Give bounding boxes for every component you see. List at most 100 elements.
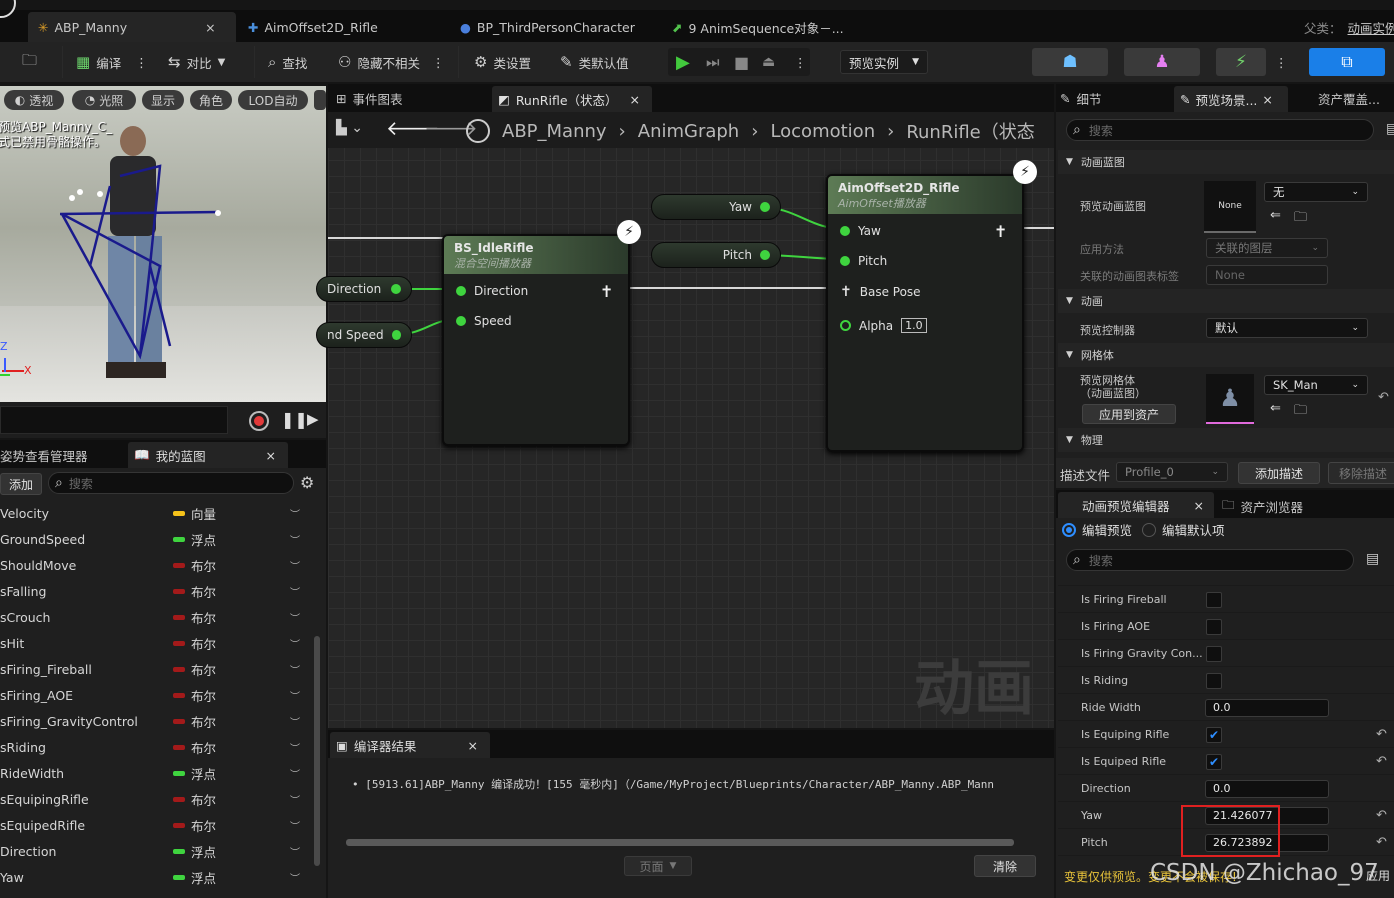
details-search-input[interactable]: ⌕ 搜索 bbox=[1066, 119, 1374, 141]
preview-anim-bp-dropdown[interactable]: 无 ⌄ bbox=[1264, 182, 1368, 202]
step-button[interactable]: ⏭ bbox=[706, 48, 720, 76]
variable-type[interactable]: 布尔 bbox=[173, 790, 216, 809]
breadcrumb-item[interactable]: ABP_Manny bbox=[502, 121, 607, 142]
visibility-eye-icon[interactable]: ︶ bbox=[290, 766, 300, 781]
play-options-button[interactable]: ⋮ bbox=[794, 48, 807, 76]
clear-button[interactable]: 清除 bbox=[974, 855, 1036, 877]
record-button[interactable] bbox=[249, 411, 269, 431]
anim-preview-view-options[interactable]: ▤ bbox=[1366, 551, 1379, 567]
tab-my-blueprint[interactable]: 📖 我的蓝图 × bbox=[128, 442, 288, 468]
visibility-eye-icon[interactable]: ︶ bbox=[290, 818, 300, 833]
variable-type[interactable]: 布尔 bbox=[173, 556, 216, 575]
edit-defaults-radio[interactable]: 编辑默认项 bbox=[1142, 520, 1225, 539]
remove-profile-button[interactable]: 移除描述 bbox=[1328, 462, 1394, 484]
variable-type[interactable]: 布尔 bbox=[173, 686, 216, 705]
variable-row[interactable]: sFiring_GravityControl 布尔 ︶ bbox=[0, 708, 325, 734]
tab-aimoffset[interactable]: ✚ AimOffset2D_Rifle bbox=[248, 14, 378, 40]
visibility-eye-icon[interactable]: ︶ bbox=[290, 688, 300, 703]
variable-list-scrollbar[interactable] bbox=[314, 636, 320, 866]
footer-apply-button[interactable]: 应用 bbox=[1366, 867, 1390, 884]
find-button[interactable]: ⌕ 查找 bbox=[268, 48, 307, 76]
preview-anim-bp-thumbnail[interactable]: None bbox=[1204, 181, 1256, 233]
property-value-field[interactable]: 0.0 bbox=[1205, 779, 1329, 798]
more-options-icon[interactable]: ⋮ bbox=[432, 55, 445, 70]
variable-type[interactable]: 布尔 bbox=[173, 738, 216, 757]
stop-button[interactable]: ■ bbox=[734, 48, 749, 76]
variable-row[interactable]: sFiring_Fireball 布尔 ︶ bbox=[0, 656, 325, 682]
visibility-eye-icon[interactable]: ︶ bbox=[290, 714, 300, 729]
property-checkbox[interactable] bbox=[1206, 591, 1222, 608]
tab-asset-browser[interactable]: 🗀 资产浏览器 bbox=[1222, 496, 1303, 517]
tab-asset-override[interactable]: 资产覆盖... bbox=[1318, 89, 1380, 108]
reset-icon[interactable]: ↶ bbox=[1376, 754, 1387, 769]
apply-method-dropdown[interactable]: 关联的图层 ⌄ bbox=[1206, 238, 1328, 258]
yaw-input-pin[interactable]: Yaw bbox=[840, 224, 881, 238]
tab-event-graph[interactable]: ⊞ 事件图表 bbox=[336, 89, 403, 108]
variable-type[interactable]: 布尔 bbox=[173, 816, 216, 835]
breadcrumb-item[interactable]: Locomotion bbox=[770, 121, 875, 142]
visibility-eye-icon[interactable]: ︶ bbox=[290, 532, 300, 547]
variable-row[interactable]: sFiring_AOE 布尔 ︶ bbox=[0, 682, 325, 708]
tab-anim-sequences[interactable]: ⬈ 9 AnimSequence对象－... bbox=[672, 14, 844, 40]
property-checkbox[interactable]: ✔ bbox=[1206, 753, 1222, 770]
tab-runrifle-state[interactable]: ◩ RunRifle（状态） × bbox=[492, 86, 652, 112]
visibility-eye-icon[interactable]: ︶ bbox=[290, 740, 300, 755]
variable-type[interactable]: 布尔 bbox=[173, 712, 216, 731]
reset-icon[interactable]: ↶ bbox=[1376, 727, 1387, 742]
use-selected-icon[interactable]: ⇐ bbox=[1270, 401, 1281, 416]
tab-details[interactable]: ✎ 细节 bbox=[1060, 89, 1102, 108]
aimoffset-node[interactable]: AimOffset2D_Rifle AimOffset播放器 Yaw Pitch… bbox=[826, 174, 1024, 452]
compile-button[interactable]: ▦ 编译 ⋮ bbox=[76, 48, 148, 76]
variable-row[interactable]: sRiding 布尔 ︶ bbox=[0, 734, 325, 760]
use-selected-icon[interactable]: ⇐ bbox=[1270, 208, 1281, 223]
diff-button[interactable]: ⇆ 对比 ▼ bbox=[168, 48, 225, 76]
tab-bp-character[interactable]: ● BP_ThirdPersonCharacter bbox=[460, 14, 635, 40]
view-show-pill[interactable]: 显示 bbox=[142, 90, 184, 110]
variable-type[interactable]: 布尔 bbox=[173, 660, 216, 679]
close-icon[interactable]: × bbox=[205, 20, 215, 35]
add-button[interactable]: 添加 bbox=[0, 473, 42, 495]
variable-row[interactable]: sEquipedRifle 布尔 ︶ bbox=[0, 812, 325, 838]
search-input[interactable]: ⌕ 搜索 bbox=[48, 472, 294, 494]
variable-row[interactable]: Direction 浮点 ︶ bbox=[0, 838, 325, 864]
close-icon[interactable]: × bbox=[1262, 92, 1272, 107]
variable-type[interactable]: 浮点 bbox=[173, 842, 216, 861]
edit-preview-radio[interactable]: 编辑预览 bbox=[1062, 520, 1132, 539]
variable-row[interactable]: ShouldMove 布尔 ︶ bbox=[0, 552, 325, 578]
section-physics[interactable]: ▼ 物理 bbox=[1058, 428, 1394, 452]
property-checkbox[interactable] bbox=[1206, 672, 1222, 689]
section-mesh[interactable]: ▼ 网格体 bbox=[1058, 343, 1394, 367]
view-more-pill[interactable] bbox=[314, 90, 326, 110]
direction-input-pin[interactable]: Direction bbox=[456, 284, 528, 298]
anim-preview-search-input[interactable]: ⌕ 搜索 bbox=[1066, 549, 1354, 571]
profile-dropdown[interactable]: Profile_0 ⌄ bbox=[1116, 462, 1228, 482]
breadcrumb-item[interactable]: AnimGraph bbox=[638, 121, 739, 142]
settings-button[interactable]: ⚙ bbox=[300, 473, 314, 492]
variable-type[interactable]: 布尔 bbox=[173, 582, 216, 601]
browse-asset-icon[interactable]: 🗀 bbox=[1294, 208, 1307, 230]
mesh-mode-button[interactable]: ♟ bbox=[1124, 48, 1200, 76]
visibility-eye-icon[interactable]: ︶ bbox=[290, 662, 300, 677]
visibility-eye-icon[interactable]: ︶ bbox=[290, 558, 300, 573]
view-perspective-pill[interactable]: ◐ 透视 bbox=[4, 90, 64, 110]
section-anim-blueprint[interactable]: ▼ 动画蓝图 bbox=[1058, 150, 1394, 174]
compiler-hscrollbar[interactable] bbox=[346, 839, 1014, 846]
pitch-getter-node[interactable]: Pitch bbox=[651, 242, 781, 268]
play-button[interactable]: ▶ bbox=[676, 48, 690, 76]
property-checkbox[interactable] bbox=[1206, 618, 1222, 635]
hide-unrelated-button[interactable]: ⚇ 隐藏不相关 ⋮ bbox=[338, 48, 444, 76]
property-value-field[interactable]: 0.0 bbox=[1205, 698, 1329, 717]
view-lod-pill[interactable]: LOD自动 bbox=[238, 90, 308, 110]
variable-type[interactable]: 浮点 bbox=[173, 868, 216, 887]
visibility-eye-icon[interactable]: ︶ bbox=[290, 870, 300, 885]
close-icon[interactable]: × bbox=[630, 92, 640, 107]
page-dropdown[interactable]: 页面 ▼ bbox=[624, 856, 692, 876]
variable-row[interactable]: sFalling 布尔 ︶ bbox=[0, 578, 325, 604]
variable-type[interactable]: 布尔 bbox=[173, 634, 216, 653]
step-button[interactable]: ▶ bbox=[307, 410, 319, 428]
linked-tag-field[interactable]: None bbox=[1206, 265, 1328, 285]
property-checkbox[interactable]: ✔ bbox=[1206, 726, 1222, 743]
close-icon[interactable]: × bbox=[1194, 498, 1204, 513]
details-view-options[interactable]: ▤ bbox=[1386, 121, 1394, 137]
reset-icon[interactable]: ↶ bbox=[1376, 835, 1387, 850]
